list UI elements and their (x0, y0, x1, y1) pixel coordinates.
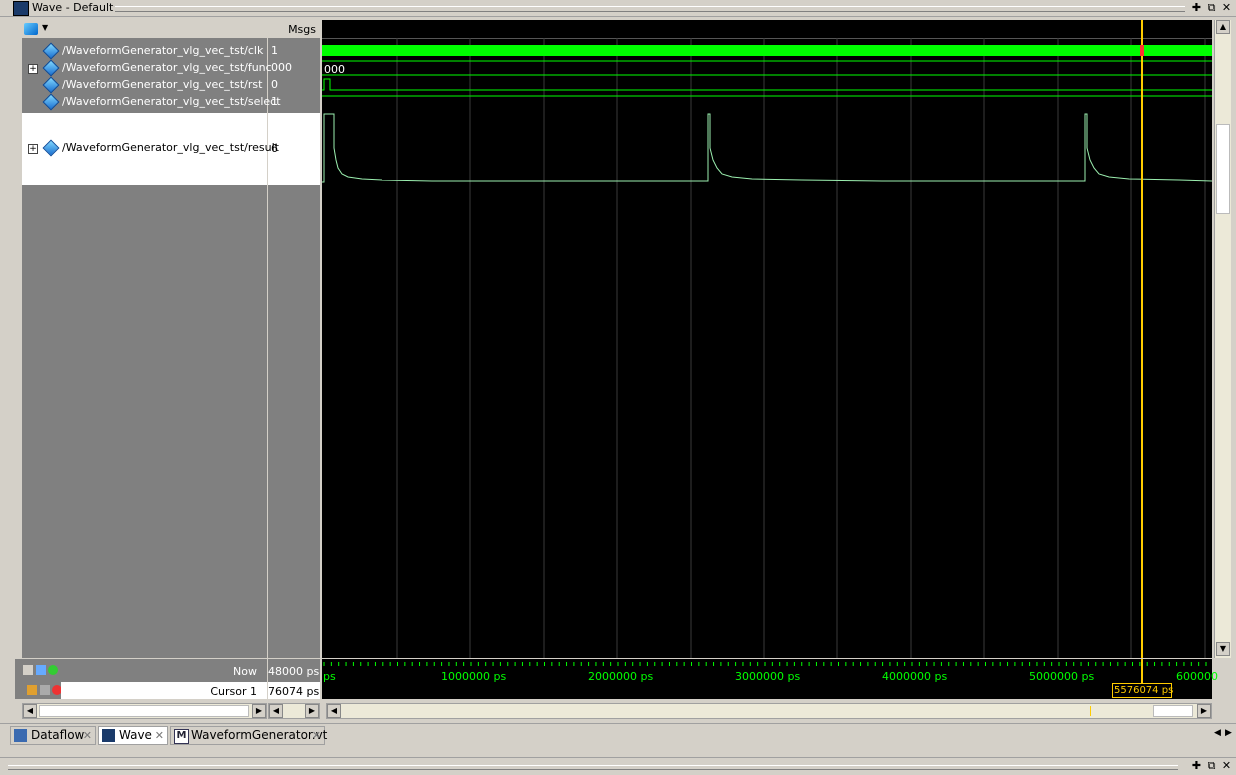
scroll-left-icon[interactable]: ◀ (327, 704, 341, 718)
signal-diamond-icon (42, 93, 60, 111)
func-bus-value: 000 (324, 63, 345, 76)
names-header: ▼ (22, 20, 267, 39)
rst-trace (322, 78, 1212, 91)
scroll-right-icon[interactable]: ▶ (252, 704, 266, 718)
lower-pane-strip: ✚ ⧉ ✕ (0, 757, 1236, 775)
signal-row-select[interactable]: /WaveformGenerator_vlg_vec_tst/select (22, 93, 281, 111)
tab-scroll-right-icon[interactable]: ▶ (1225, 728, 1232, 738)
scroll-down-icon[interactable]: ▼ (1216, 642, 1230, 656)
tab-scroll-left-icon[interactable]: ◀ (1214, 728, 1221, 738)
vertical-scrollbar[interactable]: ▲ ▼ (1214, 20, 1231, 658)
wave-scroll-thumb[interactable] (1153, 705, 1193, 717)
signal-name: /WaveformGenerator_vlg_vec_tst/result (62, 141, 279, 154)
signal-value: 000 (271, 61, 292, 74)
cursor-value: 76074 ps (268, 685, 320, 698)
names-scroll-thumb[interactable] (39, 705, 249, 717)
ruler-tick-label: 600000 (1176, 670, 1218, 683)
ruler-tick-label: 3000000 ps (735, 670, 801, 683)
close-icon[interactable]: ✕ (1220, 759, 1233, 772)
wave-header-strip (322, 20, 1212, 39)
tab-verilog-file[interactable]: M WaveformGenerator.vt ✕ (170, 726, 328, 745)
close-icon[interactable]: ✕ (155, 727, 164, 744)
func-bus-trace (322, 60, 1212, 76)
undock-icon[interactable]: ⧉ (1205, 759, 1218, 772)
ruler-tick-label: 2000000 ps (588, 670, 654, 683)
signal-row-clk[interactable]: /WaveformGenerator_vlg_vec_tst/clk (22, 42, 267, 60)
wave-icon (102, 729, 115, 742)
chevron-down-icon[interactable]: ▼ (42, 23, 48, 32)
signal-diamond-icon (42, 139, 60, 157)
ruler-start-label: ps (323, 670, 336, 683)
wave-scroll-cursor-mark (1090, 706, 1091, 716)
cursor-top-mark (1141, 20, 1143, 38)
signal-name: /WaveformGenerator_vlg_vec_tst/func (62, 61, 272, 74)
dock-icon[interactable]: ✚ (1190, 1, 1203, 14)
close-icon[interactable]: ✕ (312, 727, 321, 744)
scroll-left-icon[interactable]: ◀ (269, 704, 283, 718)
signal-diamond-icon (42, 59, 60, 77)
close-icon[interactable]: ✕ (83, 727, 92, 744)
clk-trace (322, 45, 1212, 56)
cursor-time-box[interactable]: 5576074 ps (1112, 683, 1174, 698)
lower-grip[interactable] (8, 765, 1178, 770)
dataflow-icon (14, 729, 27, 742)
tab-label: WaveformGenerator.vt (191, 728, 328, 742)
signal-name: /WaveformGenerator_vlg_vec_tst/select (62, 95, 281, 108)
tab-wave[interactable]: Wave ✕ (98, 726, 168, 745)
now-value: 48000 ps (268, 665, 320, 678)
wave-window-icon (13, 1, 29, 16)
expand-icon[interactable]: + (28, 144, 38, 154)
zoom-in-icon[interactable] (23, 665, 33, 675)
ruler-tick-label: 5000000 ps (1029, 670, 1095, 683)
values-header: Msgs (268, 20, 320, 39)
cursor-time-label: 5576074 ps (1114, 685, 1174, 696)
scroll-left-icon[interactable]: ◀ (23, 704, 37, 718)
signal-row-func[interactable]: + /WaveformGenerator_vlg_vec_tst/func (22, 59, 272, 77)
signal-name: /WaveformGenerator_vlg_vec_tst/clk (62, 44, 264, 57)
expand-icon[interactable]: + (28, 64, 38, 74)
undock-icon[interactable]: ⧉ (1205, 1, 1218, 14)
cursor-label: Cursor 1 (210, 685, 257, 698)
cursor-clk-mark (1140, 45, 1144, 56)
status-names-area: Now Cursor 1 (15, 659, 267, 699)
names-hscrollbar[interactable]: ◀ ▶ (22, 703, 267, 719)
signal-value: 1 (271, 95, 278, 108)
signal-value: 6 (271, 142, 278, 155)
signal-diamond-icon (42, 42, 60, 60)
ruler-tick-label: 4000000 ps (882, 670, 948, 683)
vertical-scroll-thumb[interactable] (1216, 124, 1230, 214)
msgs-header-label: Msgs (288, 23, 316, 36)
window-title: Wave - Default (32, 1, 114, 14)
add-cursor-icon[interactable] (48, 665, 58, 675)
signal-name: /WaveformGenerator_vlg_vec_tst/rst (62, 78, 263, 91)
scroll-right-icon[interactable]: ▶ (305, 704, 319, 718)
wave-hscrollbar[interactable]: ◀ ▶ (326, 703, 1212, 719)
signal-value: 1 (271, 44, 278, 57)
ruler-cursor-line (1141, 659, 1143, 683)
tab-label: Dataflow (31, 728, 85, 742)
tab-dataflow[interactable]: Dataflow ✕ (10, 726, 96, 745)
dock-icon[interactable]: ✚ (1190, 759, 1203, 772)
scroll-right-icon[interactable]: ▶ (1197, 704, 1211, 718)
signal-value: 0 (271, 78, 278, 91)
insert-cursor-icon[interactable] (36, 665, 46, 675)
signal-diamond-icon (42, 76, 60, 94)
window-titlebar: Wave - Default ✚ ⧉ ✕ (0, 0, 1236, 17)
scroll-up-icon[interactable]: ▲ (1216, 20, 1230, 34)
titlebar-grip[interactable] (115, 6, 1185, 12)
ruler-tick-label: 1000000 ps (441, 670, 507, 683)
close-icon[interactable]: ✕ (1220, 1, 1233, 14)
waveform-canvas[interactable] (322, 38, 1212, 658)
tab-label: Wave (119, 728, 152, 742)
signal-row-rst[interactable]: /WaveformGenerator_vlg_vec_tst/rst (22, 76, 267, 94)
result-trace (322, 113, 1212, 183)
now-label: Now (233, 665, 257, 678)
wave-toolbar-icon[interactable] (24, 23, 38, 35)
signal-row-result[interactable]: + /WaveformGenerator_vlg_vec_tst/result (22, 139, 279, 157)
lock-icon[interactable] (27, 685, 37, 695)
edit-cursor-icon[interactable] (40, 685, 50, 695)
values-hscrollbar[interactable]: ◀ ▶ (268, 703, 320, 719)
verilog-file-icon: M (174, 729, 189, 744)
status-values-area: 48000 ps 76074 ps (268, 659, 320, 699)
